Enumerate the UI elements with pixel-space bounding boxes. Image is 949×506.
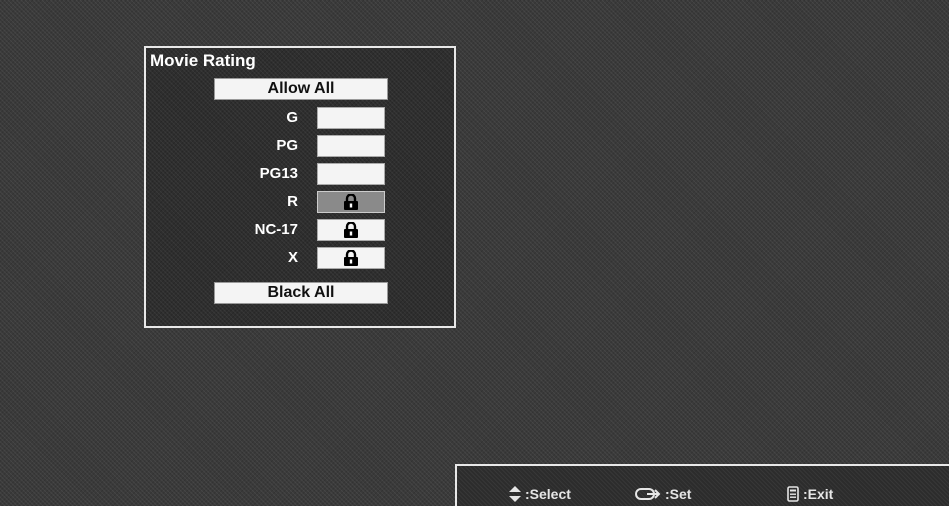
set-hint: :Set	[635, 486, 691, 502]
rating-label: R	[287, 193, 298, 210]
rating-row-pg13: PG13	[146, 162, 458, 186]
lock-icon	[344, 222, 358, 238]
footer-hint-bar: :Select :Set :Exit	[455, 464, 949, 506]
rating-toggle-pg13[interactable]	[317, 163, 385, 185]
remote-icon	[787, 486, 799, 502]
block-all-button[interactable]: Black All	[214, 282, 388, 304]
lock-icon	[344, 250, 358, 266]
rating-toggle-pg[interactable]	[317, 135, 385, 157]
rating-toggle-g[interactable]	[317, 107, 385, 129]
movie-rating-panel: Movie Rating Allow All G PG PG13 R NC-17	[144, 46, 456, 328]
rating-row-x: X	[146, 246, 458, 270]
rating-row-pg: PG	[146, 134, 458, 158]
rating-row-r: R	[146, 190, 458, 214]
allow-all-button[interactable]: Allow All	[214, 78, 388, 100]
select-hint-label: :Select	[525, 486, 571, 502]
panel-title: Movie Rating	[150, 51, 256, 70]
select-hint: :Select	[509, 486, 571, 502]
rating-toggle-x[interactable]	[317, 247, 385, 269]
rating-toggle-r[interactable]	[317, 191, 385, 213]
enter-icon	[635, 488, 661, 500]
rating-label: PG13	[259, 165, 298, 182]
rating-label: X	[287, 249, 298, 266]
rating-label: NC-17	[254, 221, 298, 238]
up-down-arrows-icon	[509, 486, 521, 502]
rating-toggle-nc17[interactable]	[317, 219, 385, 241]
rating-row-g: G	[146, 106, 458, 130]
rating-label: G	[286, 109, 298, 126]
lock-icon	[344, 194, 358, 210]
exit-hint-label: :Exit	[803, 486, 834, 502]
rating-label: PG	[276, 137, 298, 154]
set-hint-label: :Set	[665, 486, 692, 502]
rating-row-nc17: NC-17	[146, 218, 458, 242]
exit-hint: :Exit	[787, 486, 833, 502]
